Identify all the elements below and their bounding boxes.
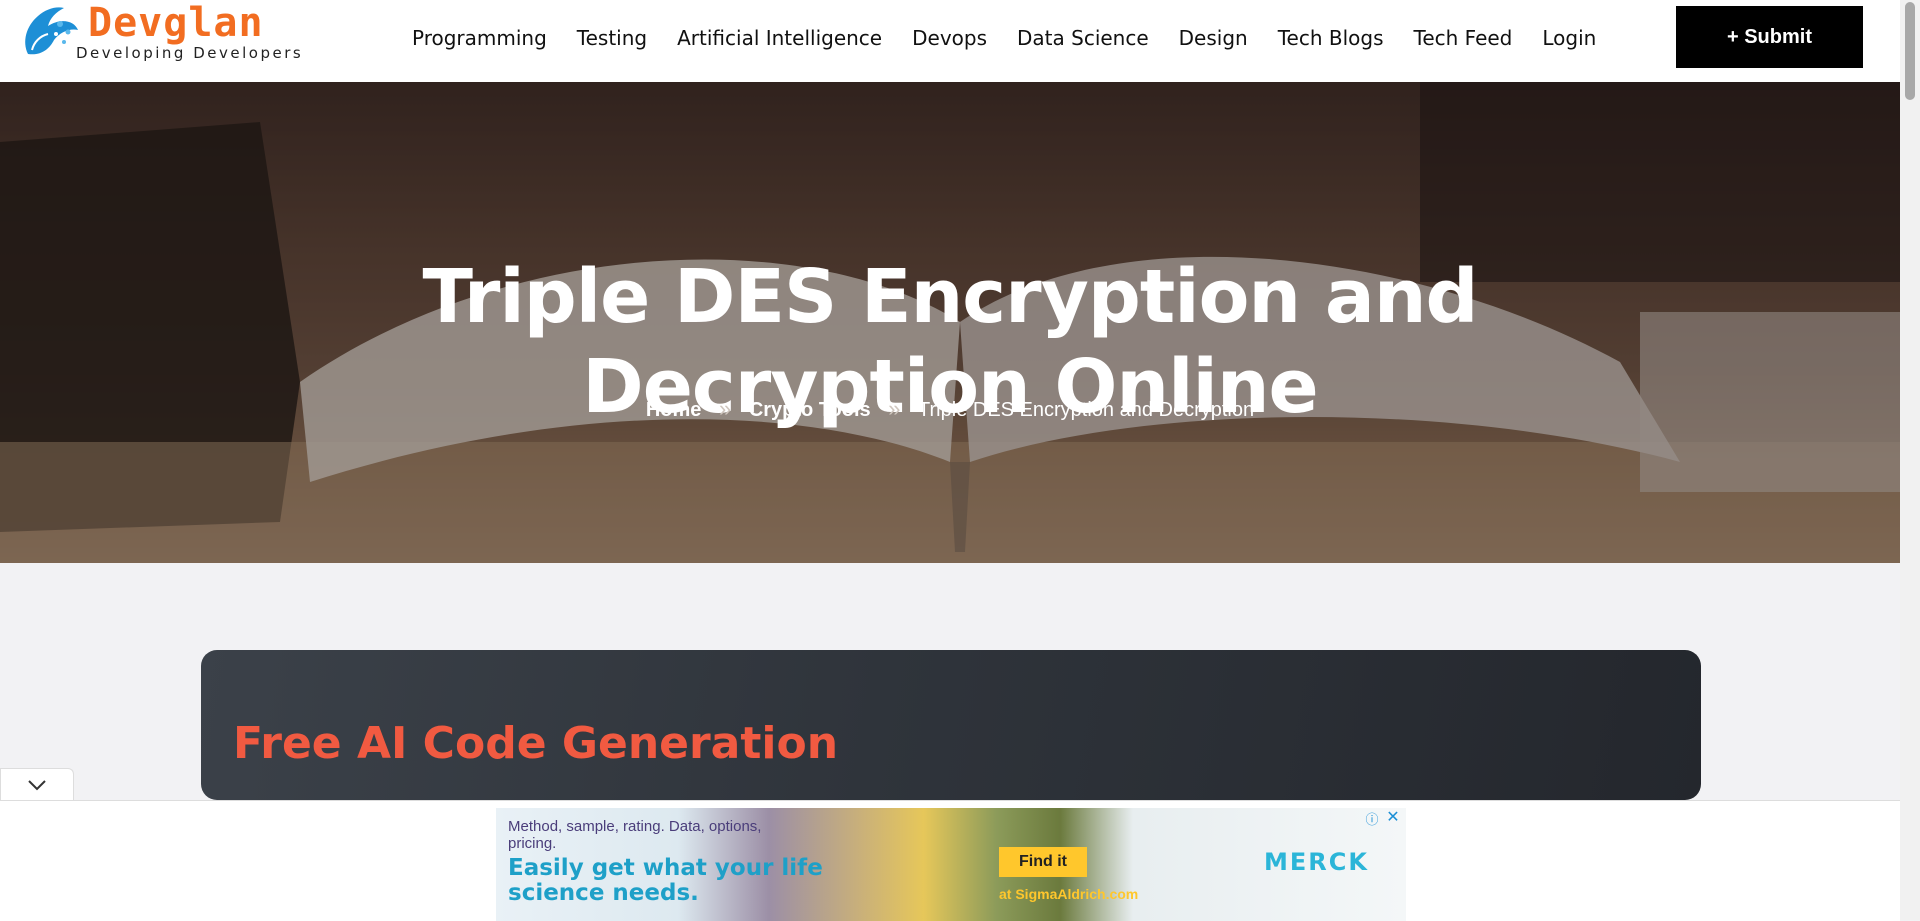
site-logo[interactable]: Devglan Developing Developers <box>20 0 310 66</box>
nav-programming[interactable]: Programming <box>412 26 547 52</box>
sticky-ad-bar: Method, sample, rating. Data, options, p… <box>0 800 1900 921</box>
ad-collapse-toggle[interactable] <box>0 768 74 801</box>
logo-name: Devglan <box>88 0 264 46</box>
double-chevron-right-icon: » <box>719 396 732 421</box>
site-header: Devglan Developing Developers Programmin… <box>0 0 1900 82</box>
nav-devops[interactable]: Devops <box>912 26 987 52</box>
card-title[interactable]: Free AI Code Generation <box>233 718 838 769</box>
info-icon[interactable]: ⓘ <box>1364 810 1380 827</box>
logo-mark-icon <box>25 7 78 55</box>
nav-testing[interactable]: Testing <box>577 26 647 52</box>
ai-code-generation-card: Free AI Code Generation <box>201 650 1701 800</box>
page-scrollbar[interactable] <box>1900 0 1920 920</box>
nav-tech-blogs[interactable]: Tech Blogs <box>1278 26 1384 52</box>
ad-find-it-button[interactable]: Find it <box>999 847 1087 877</box>
ad-headline: Easily get what your life science needs. <box>508 855 823 906</box>
nav-artificial-intelligence[interactable]: Artificial Intelligence <box>677 26 882 52</box>
ad-brand-logo: MERCK <box>1264 848 1369 876</box>
scrollbar-thumb[interactable] <box>1905 2 1915 100</box>
ad-small-text: Method, sample, rating. Data, options, p… <box>508 818 762 852</box>
nav-tech-feed[interactable]: Tech Feed <box>1414 26 1513 52</box>
submit-button[interactable]: + Submit <box>1676 6 1863 68</box>
logo-tagline: Developing Developers <box>76 44 304 62</box>
ad-banner[interactable]: Method, sample, rating. Data, options, p… <box>496 808 1406 921</box>
hero-banner: Triple DES Encryption and Decryption Onl… <box>0 82 1900 563</box>
nav-design[interactable]: Design <box>1179 26 1248 52</box>
breadcrumb-current: Triple DES Encryption and Decryption <box>918 399 1255 421</box>
main-nav: Programming Testing Artificial Intellige… <box>412 26 1626 52</box>
nav-data-science[interactable]: Data Science <box>1017 26 1149 52</box>
ad-url-text: at SigmaAldrich.com <box>999 886 1139 902</box>
chevron-down-icon <box>28 780 46 791</box>
breadcrumb-crypto-tools[interactable]: Crypto Tools <box>749 399 871 421</box>
breadcrumb-home[interactable]: Home <box>646 399 702 421</box>
breadcrumb: Home » Crypto Tools » Triple DES Encrypt… <box>0 396 1900 422</box>
close-icon[interactable]: ✕ <box>1384 808 1402 826</box>
double-chevron-right-icon: » <box>888 396 901 421</box>
nav-login[interactable]: Login <box>1542 26 1596 52</box>
